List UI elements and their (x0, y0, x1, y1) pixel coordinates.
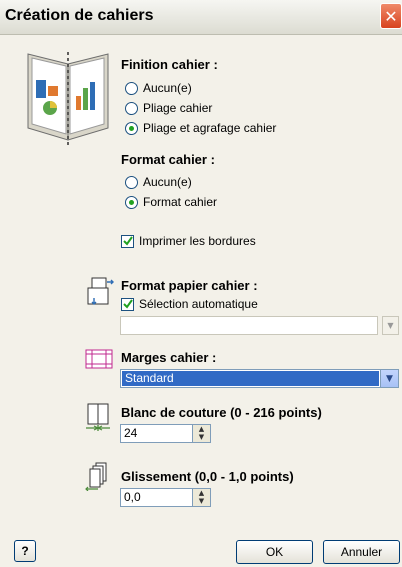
checkbox-checked[interactable] (121, 234, 134, 248)
title-bar: Création de cahiers ✕ (0, 0, 402, 35)
booklet-icon (22, 52, 114, 146)
format-label: Format cahier : (121, 152, 215, 167)
paper-size-icon (86, 276, 116, 308)
help-icon: ? (21, 544, 29, 558)
paper-format-dropdown-button[interactable]: ▼ (382, 316, 399, 335)
finish-option-fold-staple[interactable]: Pliage et agrafage cahier (125, 120, 276, 136)
creep-label: Glissement (0,0 - 1,0 points) (121, 469, 294, 484)
spin-down-icon[interactable]: ▼ (193, 497, 210, 505)
margins-icon (84, 348, 114, 370)
finish-option-none[interactable]: Aucun(e) (125, 80, 192, 96)
spin-up-icon[interactable]: ▲ (193, 425, 210, 433)
booklet-dialog: Création de cahiers ✕ Finition cahier : … (0, 0, 402, 567)
ok-button[interactable]: OK (236, 540, 313, 564)
radio-button-selected[interactable] (125, 195, 138, 209)
paper-format-label: Format papier cahier : (121, 278, 258, 293)
window-title: Création de cahiers (5, 7, 154, 24)
chevron-down-icon: ▼ (386, 373, 393, 384)
finish-option-fold-staple-label: Pliage et agrafage cahier (143, 121, 277, 135)
format-option-none[interactable]: Aucun(e) (125, 174, 192, 190)
auto-select-checkbox[interactable]: Sélection automatique (121, 296, 258, 312)
margins-label: Marges cahier : (121, 350, 217, 365)
gutter-spin-buttons[interactable]: ▲ ▼ (193, 424, 211, 443)
print-borders-label: Imprimer les bordures (139, 234, 256, 248)
gutter-icon (84, 402, 114, 432)
format-option-booklet-label: Format cahier (143, 195, 218, 209)
gutter-spinner[interactable]: 24 ▲ ▼ (120, 424, 213, 443)
finish-label: Finition cahier : (121, 57, 218, 72)
margins-select[interactable]: Standard ▼ (120, 369, 399, 388)
checkbox-checked[interactable] (121, 297, 134, 311)
radio-button[interactable] (125, 175, 138, 189)
paper-format-select[interactable] (120, 316, 378, 335)
help-button[interactable]: ? (14, 540, 36, 562)
margins-selected-value: Standard (122, 371, 379, 386)
radio-button[interactable] (125, 101, 138, 115)
creep-icon (84, 461, 114, 492)
auto-select-label: Sélection automatique (139, 297, 258, 311)
close-icon: ✕ (384, 7, 398, 26)
close-button[interactable]: ✕ (380, 3, 402, 29)
radio-button-selected[interactable] (125, 121, 138, 135)
margins-dropdown-button[interactable]: ▼ (380, 370, 398, 387)
creep-spin-buttons[interactable]: ▲ ▼ (193, 488, 211, 507)
spin-down-icon[interactable]: ▼ (193, 433, 210, 441)
chevron-down-icon: ▼ (387, 321, 394, 330)
print-borders-checkbox[interactable]: Imprimer les bordures (121, 233, 256, 249)
finish-option-fold-label: Pliage cahier (143, 101, 213, 115)
finish-option-fold[interactable]: Pliage cahier (125, 100, 212, 116)
format-option-booklet[interactable]: Format cahier (125, 194, 217, 210)
cancel-button[interactable]: Annuler (323, 540, 400, 564)
gutter-label: Blanc de couture (0 - 216 points) (121, 405, 322, 420)
radio-button[interactable] (125, 81, 138, 95)
creep-input[interactable]: 0,0 (120, 488, 193, 507)
format-option-none-label: Aucun(e) (143, 175, 192, 189)
creep-spinner[interactable]: 0,0 ▲ ▼ (120, 488, 213, 507)
finish-option-none-label: Aucun(e) (143, 81, 192, 95)
gutter-input[interactable]: 24 (120, 424, 193, 443)
spin-up-icon[interactable]: ▲ (193, 489, 210, 497)
